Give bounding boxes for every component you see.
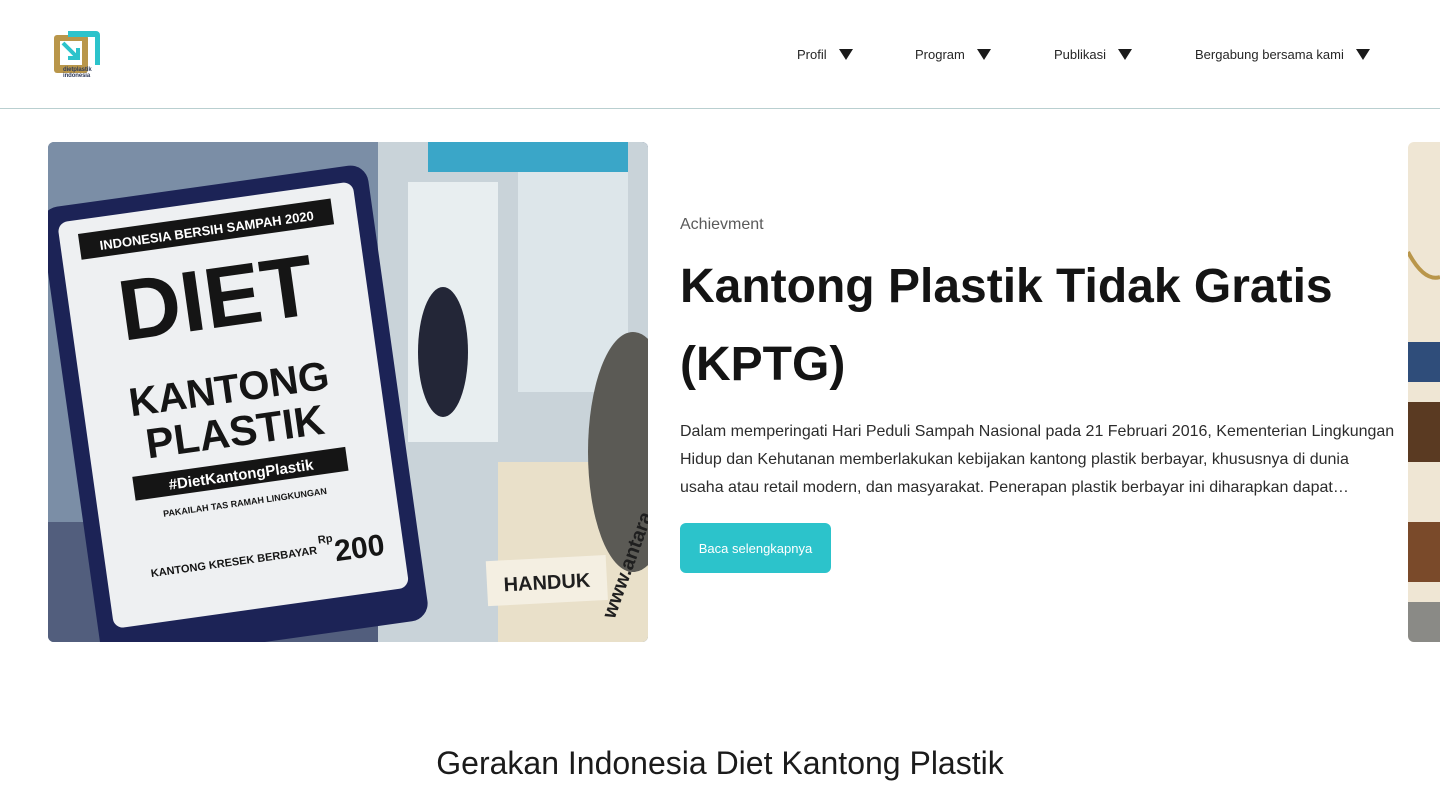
nav-item-label: Bergabung bersama kami: [1195, 47, 1344, 62]
next-slide-image-icon: [1408, 142, 1440, 642]
caret-down-icon: [976, 49, 991, 60]
post-category: Achievment: [680, 216, 764, 233]
nav-item-label: Profil: [797, 47, 827, 62]
nav-item-publikasi[interactable]: Publikasi: [1054, 47, 1133, 62]
nav-item-program[interactable]: Program: [915, 47, 991, 62]
next-slide-peek[interactable]: [1408, 142, 1440, 642]
caret-down-icon: [838, 49, 853, 60]
nav-item-bergabung[interactable]: Bergabung bersama kami: [1195, 47, 1370, 62]
section-title: Gerakan Indonesia Diet Kantong Plastik: [436, 745, 1004, 781]
site-header: dietplastik indonesia Profil Program Pub…: [0, 0, 1440, 109]
shop-sign: HANDUK: [503, 570, 591, 597]
caret-down-icon: [1355, 49, 1370, 60]
post-title: Kantong Plastik Tidak Gratis (KPTG): [680, 260, 1333, 391]
nav-item-label: Program: [915, 47, 965, 62]
hero-image: INDONESIA BERSIH SAMPAH 2020 DIET KANTON…: [48, 142, 648, 642]
caret-down-icon: [1118, 49, 1133, 60]
read-more-button[interactable]: Baca selengkapnya: [680, 523, 831, 573]
hero-photo-icon: INDONESIA BERSIH SAMPAH 2020 DIET KANTON…: [48, 142, 648, 642]
nav-item-label: Publikasi: [1054, 47, 1107, 62]
logo-text: dietplastik indonesia: [63, 67, 92, 79]
main-nav: Profil Program Publikasi Bergabung bersa…: [0, 47, 1440, 65]
nav-item-profil[interactable]: Profil: [797, 47, 853, 62]
sign-price-prefix: Rp: [317, 533, 333, 547]
post-description: Dalam memperingati Hari Peduli Sampah Na…: [680, 423, 1395, 496]
sign-price-value: 200: [332, 529, 386, 569]
